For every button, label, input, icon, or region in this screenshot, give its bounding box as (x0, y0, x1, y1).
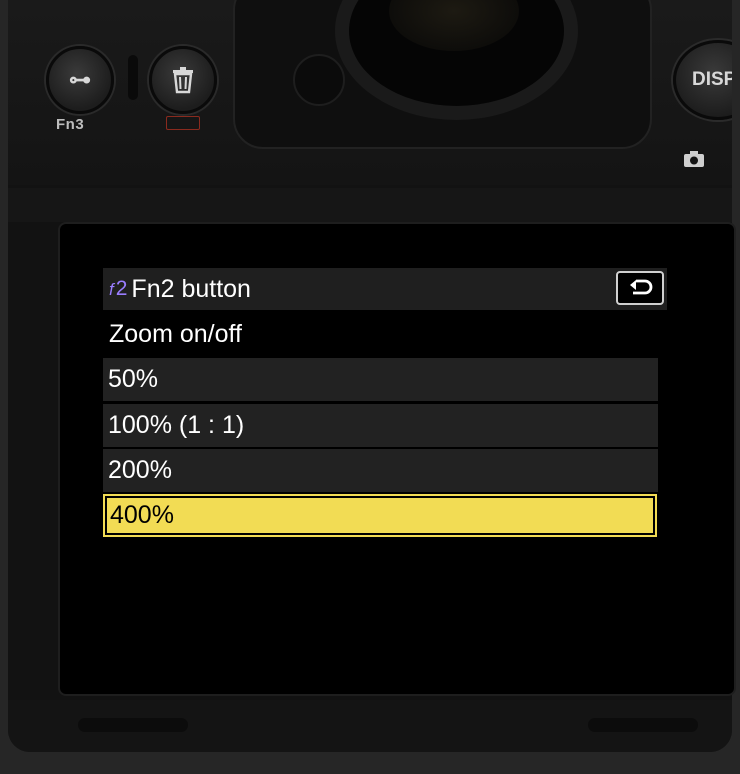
page-title: Fn2 button (131, 274, 251, 303)
setting-label: Zoom on/off (109, 319, 242, 348)
option-label: 400% (110, 501, 174, 529)
option-label: 200% (108, 456, 172, 484)
menu-icon-number: 2 (115, 277, 128, 300)
custom-settings-f2-icon: f 2 (109, 277, 127, 301)
return-arrow-icon (630, 279, 653, 295)
key-icon: ⊶ (69, 67, 91, 92)
viewfinder-housing (233, 0, 652, 149)
screen-hinge (8, 188, 732, 222)
strap-slot (128, 55, 138, 100)
trash-icon (173, 67, 193, 94)
option-label: 100% (1 : 1) (108, 411, 245, 439)
photo-mode-icon (684, 151, 704, 167)
option-50-percent[interactable]: 50% (103, 358, 658, 401)
option-200-percent[interactable]: 200% (103, 449, 658, 492)
format-marker (166, 116, 200, 130)
delete-button[interactable] (149, 46, 217, 114)
camera-foot-left (78, 718, 188, 732)
option-100-percent[interactable]: 100% (1 : 1) (103, 404, 658, 447)
option-400-percent[interactable]: 400% (103, 494, 657, 537)
fn3-button[interactable]: ⊶ (46, 46, 114, 114)
eyepiece-glass (389, 0, 519, 51)
disp-label: DISP (692, 69, 732, 90)
option-label: 50% (108, 365, 159, 393)
camera-top-deck: ⊶ Fn3 DISP (8, 0, 732, 185)
eyecup (335, 0, 578, 120)
fn3-label: Fn3 (56, 116, 85, 133)
fn2-button-menu: f 2 Fn2 button Zoom on/off 50% 100% (1 :… (103, 268, 667, 640)
disp-button[interactable]: DISP (673, 40, 732, 120)
eye-sensor (293, 54, 345, 106)
back-button[interactable] (616, 271, 664, 305)
menu-header: f 2 Fn2 button (103, 268, 667, 310)
menu-icon-prefix: f (109, 280, 114, 299)
camera-foot-right (588, 718, 698, 732)
